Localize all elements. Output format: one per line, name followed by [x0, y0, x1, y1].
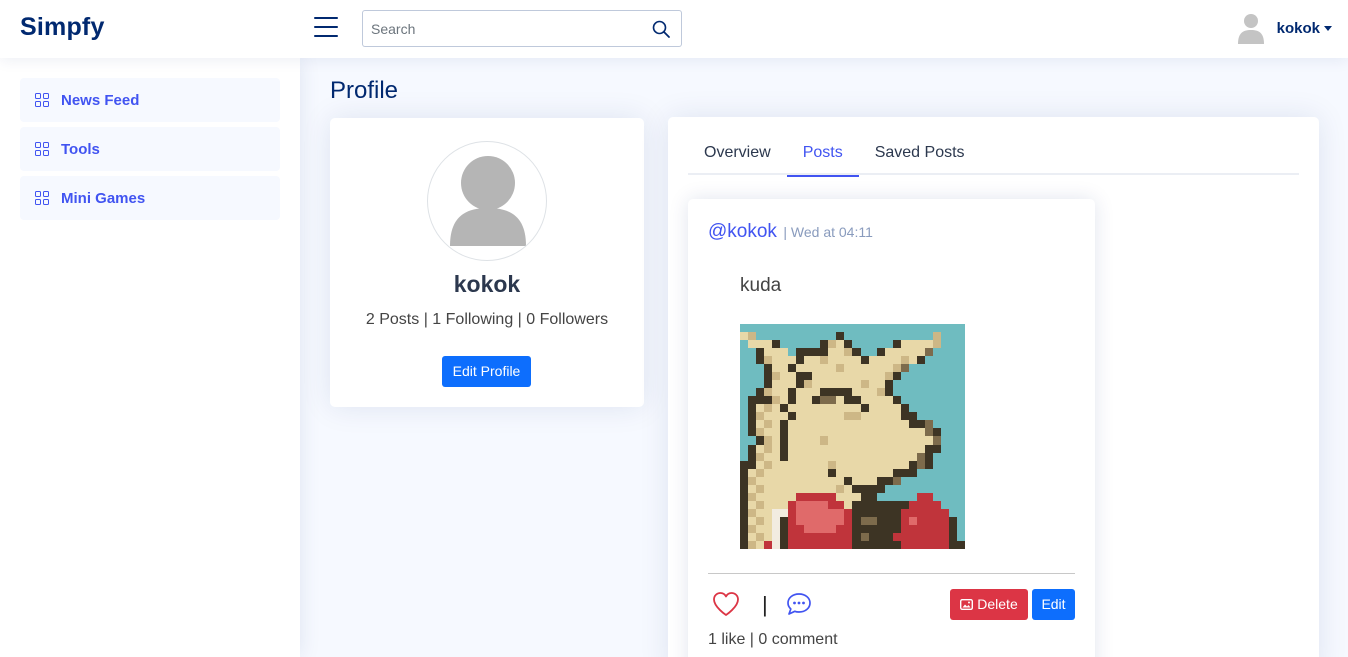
post-meta: @kokok | Wed at 04:11 — [708, 221, 873, 243]
sidebar-item-mini-games[interactable]: Mini Games — [20, 176, 280, 220]
delete-label: Delete — [977, 596, 1018, 612]
grid-icon — [35, 191, 49, 205]
sidebar-item-label: News Feed — [61, 91, 140, 109]
post-counts: 1 like | 0 comment — [708, 631, 838, 648]
header-username: kokok — [1276, 19, 1320, 37]
post-image[interactable] — [740, 324, 965, 549]
action-separator: | — [762, 592, 768, 617]
chevron-down-icon — [1324, 25, 1332, 31]
likes-count[interactable]: 1 like — [708, 631, 745, 648]
posts-count: 2 Posts — [365, 311, 420, 328]
search-input[interactable] — [363, 11, 643, 46]
post-divider — [708, 573, 1075, 574]
top-header: Simpfy kokok — [0, 0, 1348, 58]
comment-icon[interactable] — [786, 592, 812, 616]
post-actions: | Delete Edit — [708, 589, 1075, 623]
grid-icon — [35, 93, 49, 107]
sidebar-item-label: Mini Games — [61, 189, 146, 207]
sidebar-item-news-feed[interactable]: News Feed — [20, 78, 280, 122]
profile-stats: 2 Posts | 1 Following | 0 Followers — [365, 311, 609, 328]
post-text: kuda — [740, 275, 782, 296]
image-delete-icon — [960, 599, 974, 610]
sidebar: News Feed Tools Mini Games — [0, 58, 300, 657]
tab-posts[interactable]: Posts — [786, 137, 859, 177]
page-title: Profile — [330, 77, 399, 104]
profile-tabs: Overview Posts Saved Posts — [688, 137, 1299, 177]
followers-count[interactable]: 0 Followers — [526, 311, 608, 328]
profile-card: kokok 2 Posts | 1 Following | 0 Follower… — [330, 118, 644, 407]
app-logo[interactable]: Simpfy — [20, 13, 105, 42]
heart-icon[interactable] — [712, 591, 740, 617]
post-author-link[interactable]: @kokok — [708, 221, 777, 242]
sidebar-item-tools[interactable]: Tools — [20, 127, 280, 171]
posts-card: Overview Posts Saved Posts @kokok | Wed … — [668, 117, 1319, 657]
delete-post-button[interactable]: Delete — [950, 589, 1028, 620]
edit-profile-button[interactable]: Edit Profile — [442, 356, 531, 387]
grid-icon — [35, 142, 49, 156]
profile-avatar — [427, 141, 547, 261]
post-timestamp: | Wed at 04:11 — [783, 224, 873, 240]
sidebar-item-label: Tools — [61, 140, 100, 158]
search-icon[interactable] — [651, 19, 671, 39]
menu-toggle-icon[interactable] — [314, 17, 338, 39]
tab-overview[interactable]: Overview — [688, 137, 787, 175]
search-bar — [362, 10, 682, 47]
edit-post-button[interactable]: Edit — [1032, 589, 1075, 620]
user-avatar-icon — [1237, 14, 1264, 44]
comments-count[interactable]: 0 comment — [758, 631, 837, 648]
following-count[interactable]: 1 Following — [432, 311, 513, 328]
post-card: @kokok | Wed at 04:11 kuda | Delete Edit… — [688, 199, 1095, 657]
tab-saved-posts[interactable]: Saved Posts — [859, 137, 981, 175]
profile-name: kokok — [453, 271, 521, 297]
user-dropdown[interactable]: kokok — [1237, 12, 1332, 44]
user-avatar-icon — [450, 156, 526, 246]
